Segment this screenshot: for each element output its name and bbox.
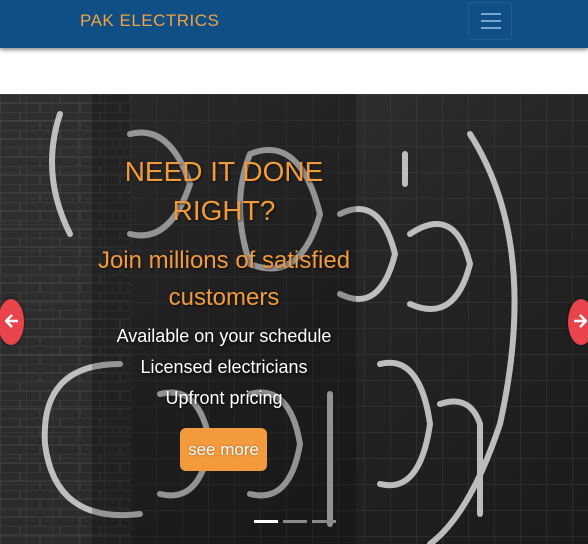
hero-carousel: NEED IT DONE RIGHT? Join millions of sat… (0, 94, 588, 544)
arrow-left-icon (5, 314, 18, 328)
carousel-indicator-2[interactable] (283, 520, 307, 523)
carousel-indicator-1[interactable] (254, 520, 278, 523)
navbar-toggler-button[interactable] (468, 2, 512, 40)
see-more-button[interactable]: see more (180, 428, 267, 471)
hamburger-menu-icon-bar (481, 27, 501, 29)
hamburger-menu-icon (481, 13, 501, 15)
feature-list: Available on your schedule Licensed elec… (92, 321, 356, 414)
hamburger-menu-icon-bar (481, 20, 501, 22)
feature-item: Available on your schedule (116, 326, 332, 346)
navbar: PAK ELECTRICS (0, 0, 588, 48)
brand-logo[interactable]: PAK ELECTRICS (80, 11, 219, 31)
hero-subline: Join millions of satisfied customers (97, 247, 351, 311)
feature-item: Upfront pricing (165, 388, 283, 408)
carousel-indicators (254, 520, 340, 523)
carousel-indicator-3[interactable] (312, 520, 336, 523)
arrow-right-icon (574, 314, 587, 328)
carousel-next-button[interactable] (568, 299, 588, 345)
feature-item: Licensed electricians (140, 357, 308, 377)
hero-headline: NEED IT DONE RIGHT? (124, 156, 324, 226)
